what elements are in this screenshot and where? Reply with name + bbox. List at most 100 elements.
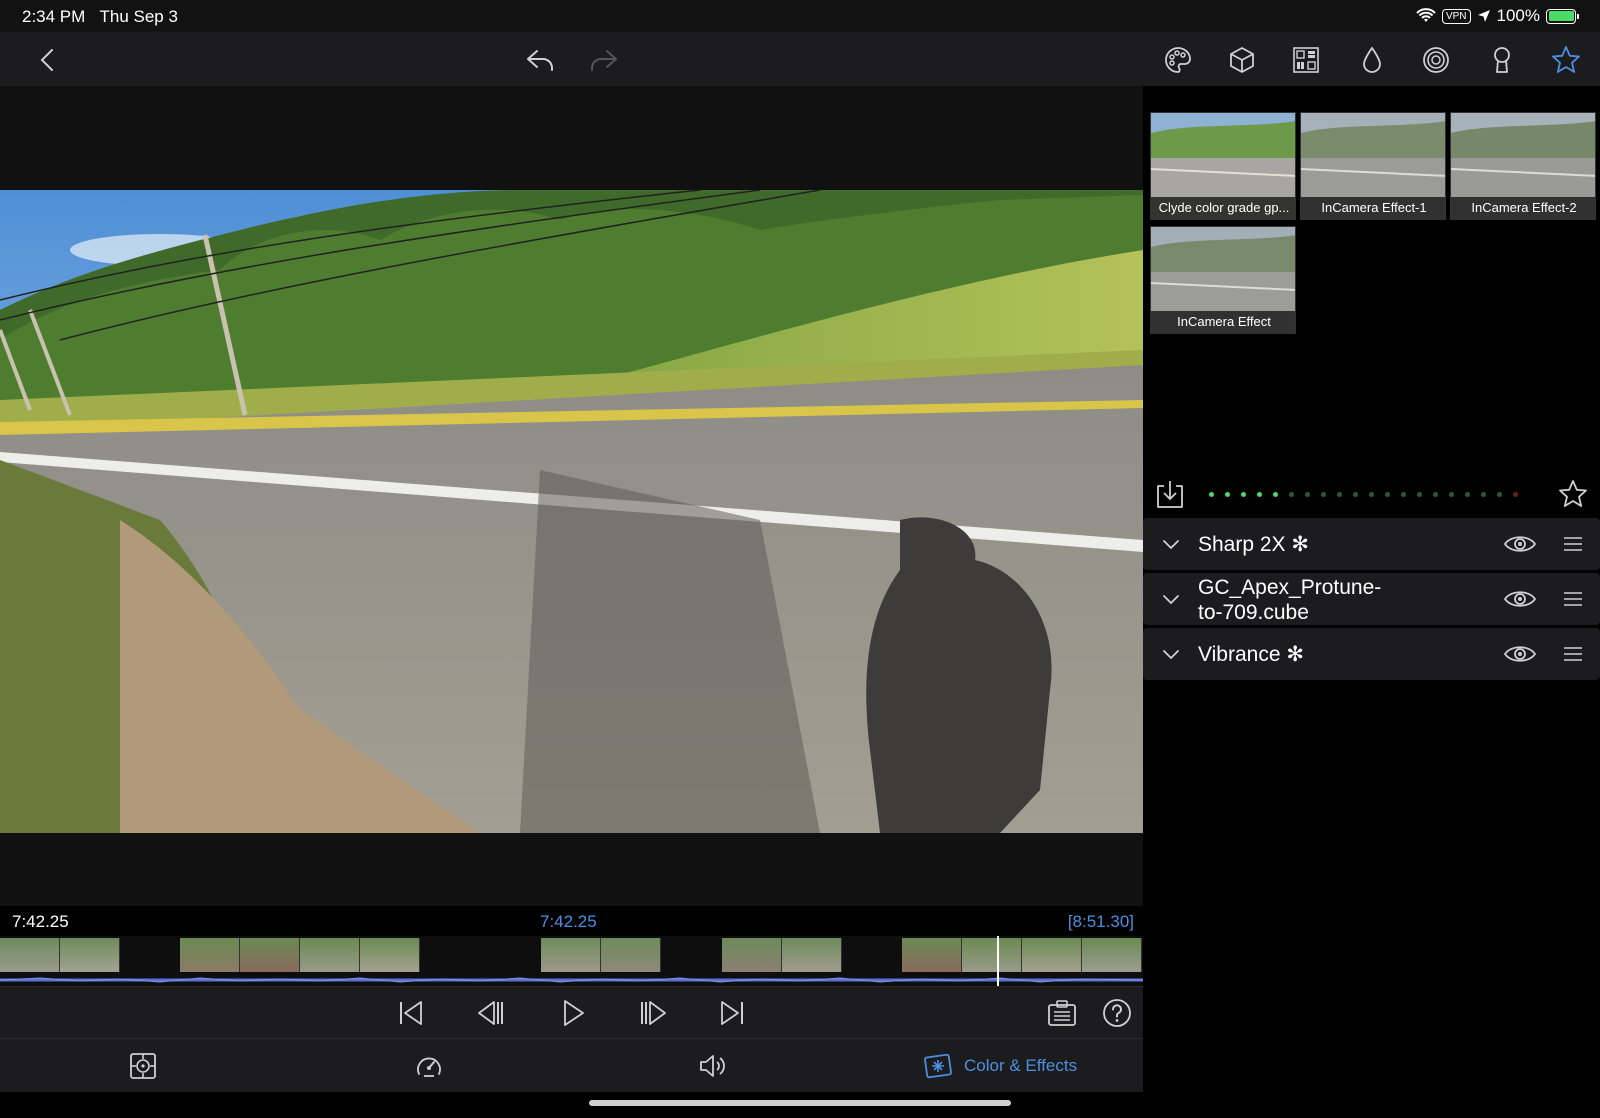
skip-to-start-button[interactable] bbox=[393, 995, 429, 1031]
next-frame-button[interactable] bbox=[636, 995, 672, 1031]
star-icon bbox=[1552, 46, 1580, 73]
timeline-clip[interactable] bbox=[0, 938, 120, 972]
add-favorite-button[interactable] bbox=[1557, 478, 1589, 510]
skip-to-end-button[interactable] bbox=[714, 995, 750, 1031]
timeline-clip[interactable] bbox=[722, 938, 842, 972]
effect-name-line-1: GC_Apex_Protune- bbox=[1198, 576, 1382, 599]
skip-start-icon bbox=[400, 1001, 422, 1025]
playhead-time: 7:42.25 bbox=[540, 912, 597, 931]
page-dot bbox=[1481, 492, 1486, 497]
drag-handle-icon[interactable] bbox=[1561, 587, 1585, 611]
speaker-icon bbox=[700, 1055, 725, 1077]
tab-color-effects-label: Color & Effects bbox=[964, 1056, 1078, 1075]
video-preview-frame[interactable] bbox=[0, 190, 1143, 833]
eye-icon[interactable] bbox=[1503, 640, 1537, 668]
page-dot bbox=[1273, 492, 1278, 497]
page-dot bbox=[1225, 492, 1230, 497]
step-back-icon bbox=[478, 1001, 503, 1025]
preset-label: InCamera Effect bbox=[1151, 311, 1295, 333]
color-effects-icon bbox=[924, 1053, 952, 1079]
undo-button[interactable] bbox=[522, 42, 558, 78]
page-dot bbox=[1337, 492, 1342, 497]
cube-icon bbox=[1230, 47, 1254, 73]
redo-button[interactable] bbox=[586, 42, 622, 78]
status-time: 2:34 PM Thu Sep 3 bbox=[22, 7, 178, 27]
home-indicator[interactable] bbox=[589, 1100, 1011, 1106]
video-preview-area bbox=[0, 86, 1143, 906]
markers-button[interactable] bbox=[1044, 995, 1080, 1031]
page-dot bbox=[1209, 492, 1214, 497]
timeline-clip[interactable] bbox=[180, 938, 420, 972]
timeline-clip[interactable] bbox=[541, 938, 661, 972]
effects-panel: Clyde color grade gp... InCamera Effect-… bbox=[1143, 86, 1600, 1092]
back-button[interactable] bbox=[30, 42, 66, 78]
effects-toolbar bbox=[1143, 472, 1600, 516]
chevron-down-icon[interactable] bbox=[1159, 642, 1183, 666]
chevron-down-icon[interactable] bbox=[1159, 587, 1183, 611]
page-dot bbox=[1369, 492, 1374, 497]
effect-name: Sharp 2X ✻ bbox=[1198, 533, 1309, 556]
battery-percent: 100% bbox=[1496, 6, 1540, 25]
step-forward-icon bbox=[641, 1001, 666, 1025]
effect-row[interactable]: Sharp 2X ✻ bbox=[1143, 518, 1600, 570]
chevron-down-icon[interactable] bbox=[1159, 532, 1183, 556]
clipboard-list-icon bbox=[1048, 1000, 1076, 1026]
3d-lut-button[interactable] bbox=[1224, 42, 1260, 78]
timeline-clip[interactable] bbox=[902, 938, 1143, 972]
timeline-strip[interactable] bbox=[0, 936, 1143, 986]
speedometer-icon bbox=[417, 1057, 441, 1077]
tab-color-effects[interactable]: Color & Effects bbox=[922, 1049, 1077, 1083]
preset-label: Clyde color grade gp... bbox=[1151, 197, 1295, 219]
preset-thumbnail[interactable]: InCamera Effect-1 bbox=[1300, 112, 1446, 220]
preset-thumbnail[interactable]: InCamera Effect-2 bbox=[1450, 112, 1596, 220]
preset-label: InCamera Effect-1 bbox=[1301, 197, 1445, 219]
page-dot bbox=[1497, 492, 1502, 497]
previous-frame-button[interactable] bbox=[472, 995, 508, 1031]
top-toolbar bbox=[0, 32, 1600, 86]
bottom-tab-bar: Color & Effects bbox=[0, 1038, 1143, 1092]
skip-end-icon bbox=[721, 1001, 743, 1025]
keyhole-icon bbox=[1494, 47, 1510, 73]
effect-row[interactable]: GC_Apex_Protune- to-709.cube bbox=[1143, 573, 1600, 625]
eye-icon[interactable] bbox=[1503, 585, 1537, 613]
tab-audio[interactable] bbox=[697, 1049, 729, 1083]
page-dot bbox=[1305, 492, 1310, 497]
current-time-left: 7:42.25 bbox=[12, 912, 69, 931]
tab-frame-fit[interactable] bbox=[127, 1049, 159, 1083]
page-dot bbox=[1257, 492, 1262, 497]
play-icon bbox=[564, 1000, 584, 1026]
vignette-button[interactable] bbox=[1484, 42, 1520, 78]
status-bar: 2:34 PM Thu Sep 3 VPN 100% bbox=[0, 0, 1600, 32]
effect-row[interactable]: Vibrance ✻ bbox=[1143, 628, 1600, 680]
eye-icon[interactable] bbox=[1503, 530, 1537, 558]
import-button[interactable] bbox=[1155, 478, 1185, 510]
frame-target-icon bbox=[130, 1053, 156, 1079]
tab-speed[interactable] bbox=[413, 1049, 445, 1083]
drag-handle-icon[interactable] bbox=[1561, 642, 1585, 666]
lut-grid-button[interactable] bbox=[1288, 42, 1324, 78]
color-drop-button[interactable] bbox=[1354, 42, 1390, 78]
effect-name: Vibrance ✻ bbox=[1198, 643, 1304, 666]
drag-handle-icon[interactable] bbox=[1561, 532, 1585, 556]
status-time-text: 2:34 PM bbox=[22, 7, 86, 26]
page-dot bbox=[1241, 492, 1246, 497]
wifi-icon bbox=[1416, 8, 1436, 22]
play-button[interactable] bbox=[555, 995, 591, 1031]
page-dot bbox=[1353, 492, 1358, 497]
undo-icon bbox=[527, 50, 553, 71]
timeline-playhead[interactable] bbox=[997, 936, 999, 986]
page-dot bbox=[1289, 492, 1294, 497]
download-tray-icon bbox=[1157, 481, 1183, 508]
preset-thumbnail[interactable]: Clyde color grade gp... bbox=[1150, 112, 1296, 220]
page-dot bbox=[1513, 492, 1518, 497]
location-icon bbox=[1477, 10, 1490, 22]
color-palette-button[interactable] bbox=[1160, 42, 1196, 78]
page-dot bbox=[1385, 492, 1390, 497]
drop-icon bbox=[1363, 46, 1381, 73]
favorites-button[interactable] bbox=[1548, 42, 1584, 78]
page-dot bbox=[1465, 492, 1470, 497]
spiral-effect-button[interactable] bbox=[1418, 42, 1454, 78]
lut-grid-icon bbox=[1293, 47, 1319, 73]
preset-thumbnail[interactable]: InCamera Effect bbox=[1150, 226, 1296, 334]
help-button[interactable] bbox=[1099, 995, 1135, 1031]
